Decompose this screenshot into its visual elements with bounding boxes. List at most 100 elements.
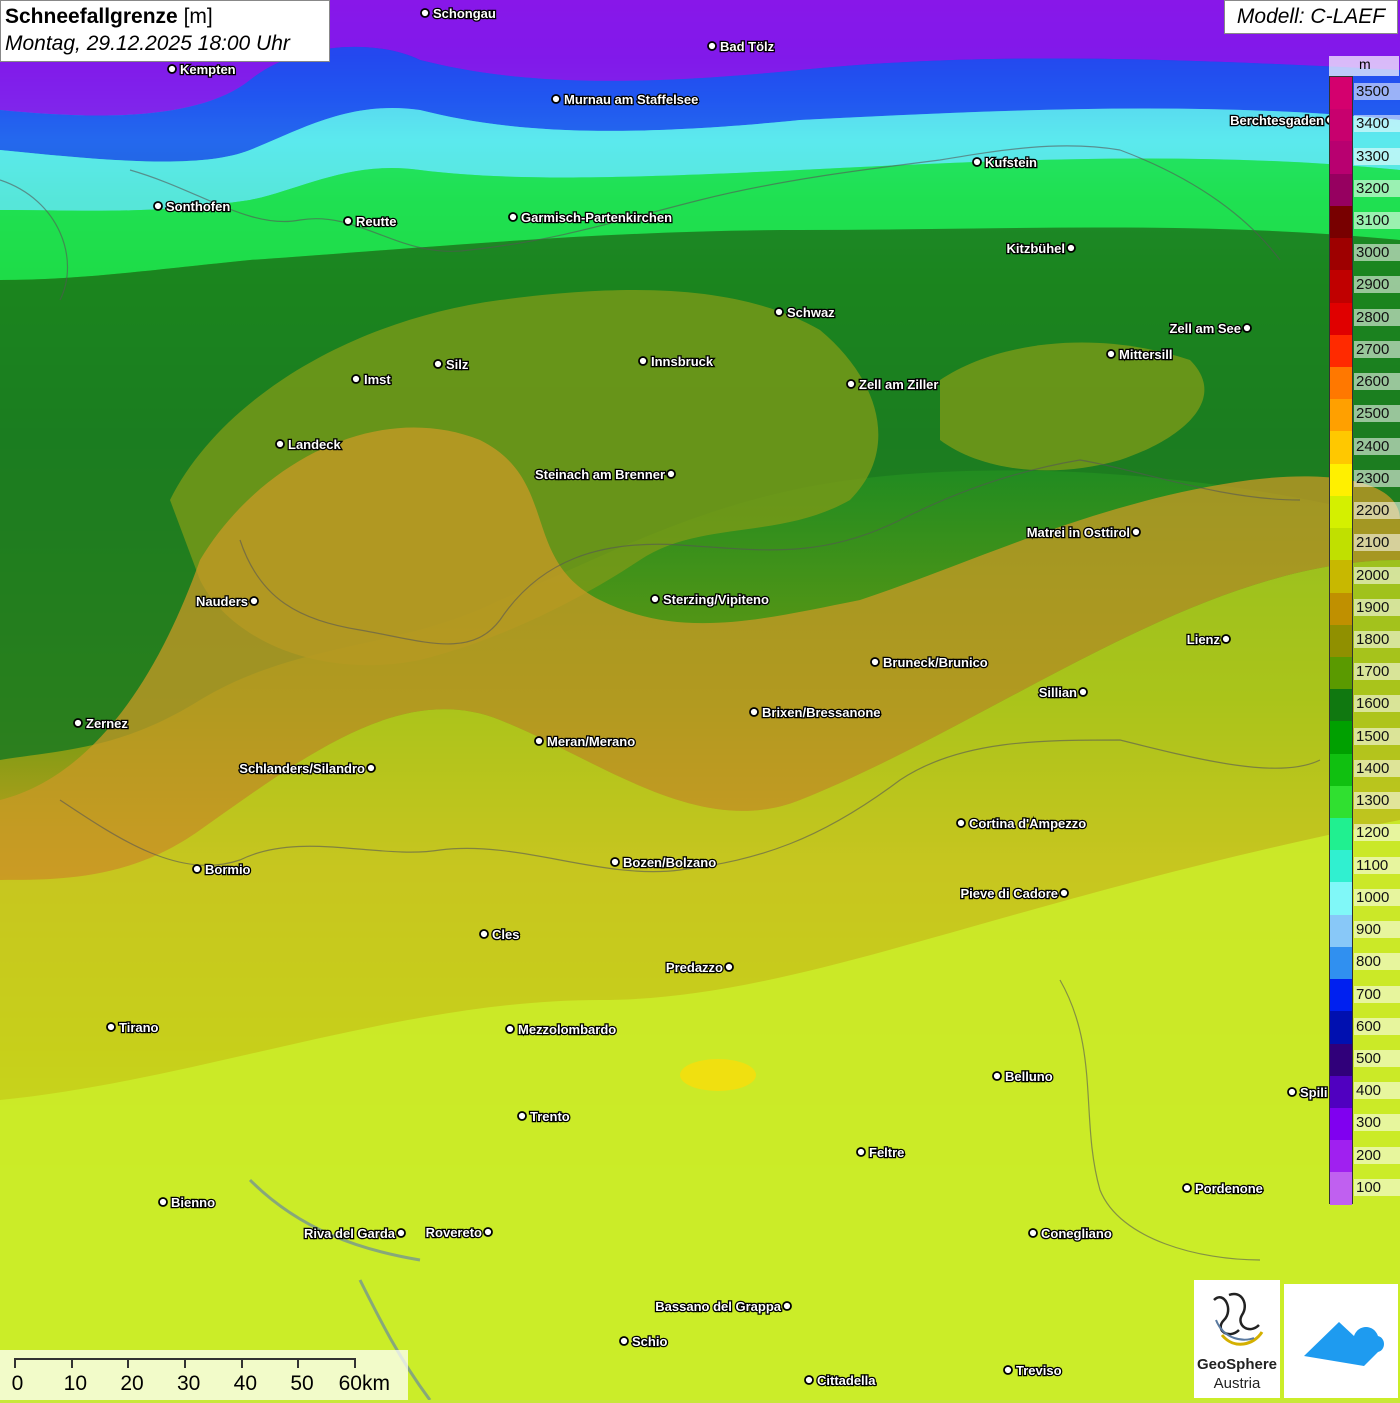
scale-bar: 0 10 20 30 40 50 60km [0, 1350, 408, 1400]
legend-label: 2700 [1354, 340, 1400, 358]
city-marker: Mezzolombardo [505, 1021, 618, 1038]
legend-swatch [1330, 173, 1352, 206]
city-dot [856, 1147, 866, 1157]
legend-swatch [1330, 528, 1352, 561]
city-label: Trento [530, 1109, 570, 1124]
city-label: Bormio [205, 862, 251, 877]
city-dot [992, 1071, 1002, 1081]
city-dot [1182, 1183, 1192, 1193]
geosphere-austria-logo: GeoSphere Austria [1194, 1280, 1280, 1398]
city-dot [106, 1022, 116, 1032]
city-dot [508, 212, 518, 222]
city-dot [1221, 634, 1231, 644]
legend-swatch [1330, 1043, 1352, 1076]
city-label: Lienz [1187, 632, 1221, 647]
legend-swatch [1330, 818, 1352, 851]
city-label: Rovereto [426, 1225, 482, 1240]
legend-swatch [1330, 979, 1352, 1012]
legend-swatch [1330, 882, 1352, 915]
map-title-box: Schneefallgrenze [m] Montag, 29.12.2025 … [0, 0, 330, 62]
city-dot [972, 157, 982, 167]
forecast-datetime: Montag, 29.12.2025 18:00 Uhr [5, 32, 290, 55]
legend-color-bar [1329, 76, 1353, 1205]
city-label: Reutte [356, 214, 396, 229]
city-label: Brixen/Bressanone [762, 705, 881, 720]
city-label: Schwaz [787, 305, 835, 320]
city-label: Cles [492, 927, 519, 942]
legend-swatch [1330, 721, 1352, 754]
scale-label: 60km [338, 1372, 390, 1395]
legend-label: 3400 [1354, 115, 1400, 133]
city-label: Treviso [1016, 1363, 1062, 1378]
city-marker: Conegliano [1028, 1225, 1113, 1242]
city-dot [551, 94, 561, 104]
legend-label: 1400 [1354, 759, 1400, 777]
city-dot [433, 359, 443, 369]
city-label: Kempten [180, 62, 236, 77]
city-marker: Innsbruck [638, 353, 715, 370]
legend-swatch [1330, 753, 1352, 786]
legend-swatch [1330, 270, 1352, 303]
scale-tick [240, 1358, 243, 1368]
legend-label: 3100 [1354, 212, 1400, 230]
city-marker: Steinach am Brenner [534, 466, 676, 483]
legend-swatch [1330, 205, 1352, 239]
legend-label: 1500 [1354, 727, 1400, 745]
legend-swatch [1330, 495, 1352, 529]
scale-label: 50 [290, 1372, 314, 1395]
city-label: Pordenone [1195, 1181, 1263, 1196]
city-dot [534, 736, 544, 746]
city-label: Pieve di Cadore [960, 886, 1058, 901]
city-dot [782, 1301, 792, 1311]
legend-swatch [1330, 141, 1352, 174]
weather-app-logo [1284, 1284, 1398, 1398]
city-label: Tirano [119, 1020, 159, 1035]
legend-label: 300 [1354, 1114, 1400, 1132]
legend-swatch [1330, 366, 1352, 400]
legend-label: 1600 [1354, 695, 1400, 713]
scale-label: 10 [63, 1372, 88, 1395]
city-marker: Kitzbühel [1005, 240, 1076, 257]
legend-swatch [1330, 77, 1352, 110]
scale-tick [184, 1358, 186, 1368]
legend-swatch [1330, 560, 1352, 593]
legend-swatch [1330, 109, 1352, 142]
city-dot [1106, 349, 1116, 359]
legend-swatch [1330, 399, 1352, 432]
scale-label: 20 [120, 1372, 144, 1395]
city-label: Zell am Ziller [859, 377, 938, 392]
city-label: Sonthofen [166, 199, 230, 214]
city-marker: Cortina d'Ampezzo [956, 815, 1088, 832]
city-label: Predazzo [666, 960, 723, 975]
city-label: Steinach am Brenner [535, 467, 665, 482]
city-dot [804, 1375, 814, 1385]
city-dot [505, 1024, 515, 1034]
city-marker: Riva del Garda [303, 1225, 406, 1242]
city-label: Schongau [433, 6, 496, 21]
city-marker: Predazzo [665, 959, 734, 976]
city-marker: Sonthofen [153, 198, 232, 215]
city-dot [1066, 243, 1076, 253]
legend-label: 1100 [1354, 856, 1400, 874]
scale-label: 40 [233, 1372, 258, 1395]
legend-swatch [1330, 785, 1352, 819]
city-marker: Zell am See [1168, 320, 1252, 337]
city-dot [707, 41, 717, 51]
legend-label: 800 [1354, 953, 1400, 971]
legend-label: 3200 [1354, 179, 1400, 197]
legend-label: 2800 [1354, 308, 1400, 326]
city-dot [275, 439, 285, 449]
legend-label: 600 [1354, 1017, 1400, 1035]
city-dot [73, 718, 83, 728]
city-dot [610, 857, 620, 867]
legend-label: 1200 [1354, 824, 1400, 842]
geosphere-logo-text: GeoSphere [1196, 1356, 1278, 1373]
city-dot [1078, 687, 1088, 697]
city-dot [870, 657, 880, 667]
legend-label: 1000 [1354, 888, 1400, 906]
city-dot [483, 1227, 493, 1237]
city-dot [1242, 323, 1252, 333]
city-dot [192, 864, 202, 874]
legend-label: 2400 [1354, 437, 1400, 455]
city-dot [1059, 888, 1069, 898]
